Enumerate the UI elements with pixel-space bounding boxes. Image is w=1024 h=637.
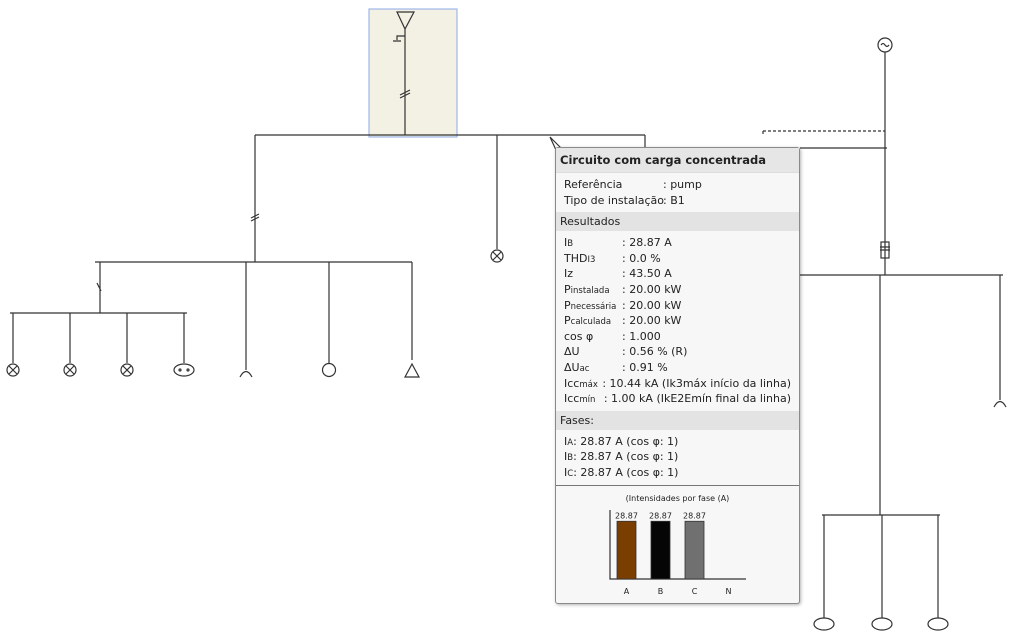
- bar-C: [684, 520, 705, 580]
- single-line-diagram: [6, 8, 1007, 631]
- bar-A: [616, 520, 637, 580]
- info-value: : pump: [663, 178, 702, 191]
- selected-supply-block[interactable]: [368, 8, 458, 138]
- info-row: Tipo de instalação: B1: [564, 193, 791, 209]
- row-label: ΔUac: [564, 360, 622, 376]
- row-value: : 1.000: [622, 329, 661, 343]
- info-label: Referência: [564, 178, 623, 191]
- row-label: IB: [564, 235, 622, 251]
- info-row: Referência : pump: [564, 177, 791, 193]
- row-label: THDI3: [564, 251, 622, 267]
- row-label: cos φ: [564, 329, 622, 345]
- row-value: : 28.87 A (cos φ: 1): [573, 434, 679, 448]
- row-value: : 20.00 kW: [622, 282, 682, 296]
- row-value: : 0.56 % (R): [622, 345, 688, 359]
- tooltip-title: Circuito com carga concentrada: [556, 148, 799, 173]
- results-row: Pinstalada: 20.00 kW: [564, 282, 791, 298]
- results-row: IB: 28.87 A: [564, 235, 791, 251]
- results-row: Pcalculada: 20.00 kW: [564, 313, 791, 329]
- results-row: ΔUac: 0.91 %: [564, 360, 791, 376]
- row-label: Iz: [564, 266, 622, 282]
- info-section: Referência : pump Tipo de instalação: B1: [556, 173, 799, 212]
- bar-label: 28.87: [683, 511, 706, 520]
- label-sub: ac: [579, 363, 590, 374]
- load-lamps: [6, 313, 195, 377]
- bar-label: 28.87: [615, 511, 638, 520]
- row-label: Iccmín: [564, 391, 604, 407]
- label-main: ΔU: [564, 360, 580, 374]
- label-main: P: [564, 298, 571, 312]
- row-value: : 0.0 %: [622, 251, 661, 265]
- circuit-tooltip: Circuito com carga concentrada Referênci…: [555, 147, 800, 604]
- results-row: Iz : 43.50 A: [564, 266, 791, 282]
- label-sub: mín: [579, 395, 596, 406]
- label-main: P: [564, 314, 571, 328]
- label-main: ΔU: [564, 345, 580, 359]
- bar-label: 28.87: [649, 511, 672, 520]
- phases-section: IA : 28.87 A (cos φ: 1) IB : 28.87 A (cos…: [556, 430, 799, 485]
- row-value: : 28.87 A (cos φ: 1): [573, 450, 679, 464]
- label-sub: I3: [587, 254, 596, 265]
- row-value: : 1.00 kA (IkE2Emín final da linha): [603, 392, 791, 406]
- results-row: Pnecessária: 20.00 kW: [564, 298, 791, 314]
- bar-B: [650, 520, 671, 580]
- results-row: Iccmáx: 10.44 kA (Ik3máx início da linha…: [564, 376, 791, 392]
- row-value: : 43.50 A: [622, 267, 672, 281]
- row-label: Iccmáx: [564, 376, 602, 392]
- row-value: : 10.44 kA (Ik3máx início da linha): [602, 376, 791, 390]
- row-value: : 0.91 %: [622, 360, 668, 374]
- results-row: ΔU : 0.56 % (R): [564, 344, 791, 360]
- label-main: Icc: [564, 392, 580, 406]
- row-value: : 20.00 kW: [622, 298, 682, 312]
- row-label: ΔU: [564, 344, 622, 360]
- phases-row: IB : 28.87 A (cos φ: 1): [564, 449, 791, 465]
- row-value: : 20.00 kW: [622, 314, 682, 328]
- label-sub: instalada: [570, 285, 610, 296]
- label-sub: calculada: [570, 317, 612, 328]
- chart-title: (Intensidades por fase (A): [625, 494, 730, 503]
- label-sub: máx: [579, 379, 598, 390]
- info-value: : B1: [663, 193, 685, 207]
- row-label: IC: [564, 465, 573, 481]
- info-label: Tipo de instalação: [564, 193, 665, 207]
- results-row: Iccmín: 1.00 kA (IkE2Emín final da linha…: [564, 391, 791, 407]
- row-label: IA: [564, 434, 573, 450]
- row-value: : 28.87 A (cos φ: 1): [573, 465, 679, 479]
- label-main: THD: [564, 251, 588, 265]
- results-section: IB: 28.87 A THDI3: 0.0 % Iz: 43.50 A Pinsta…: [556, 231, 799, 411]
- dashed-link: [762, 130, 885, 135]
- row-value: : 28.87 A: [622, 236, 672, 250]
- label-main: Iz: [564, 267, 574, 281]
- x-tick-label: A: [624, 587, 630, 596]
- row-label: IB: [564, 449, 573, 465]
- results-header: Resultados: [556, 212, 799, 232]
- results-row: THDI3: 0.0 %: [564, 251, 791, 267]
- x-tick-label: C: [692, 587, 698, 596]
- phases-row: IC : 28.87 A (cos φ: 1): [564, 465, 791, 481]
- chart-svg: 28.87 A 28.87 B 28.87 C N: [609, 510, 746, 596]
- phases-header: Fases:: [556, 410, 799, 430]
- phase-chart: (Intensidades por fase (A) 28.87 A 28.87 B 2…: [556, 485, 799, 603]
- x-tick-label: N: [726, 587, 732, 596]
- label-main: P: [564, 282, 571, 296]
- x-tick-label: B: [658, 587, 664, 596]
- label-sub: B: [567, 239, 574, 250]
- phases-row: IA : 28.87 A (cos φ: 1): [564, 434, 791, 450]
- label-main: Icc: [564, 376, 580, 390]
- row-label: Pinstalada: [564, 282, 622, 298]
- row-label: Pcalculada: [564, 313, 622, 329]
- row-label: Pnecessária: [564, 298, 622, 314]
- results-row: cos φ : 1.000: [564, 329, 791, 345]
- label-sub: necessária: [570, 301, 617, 312]
- label-main: cos φ: [564, 329, 594, 343]
